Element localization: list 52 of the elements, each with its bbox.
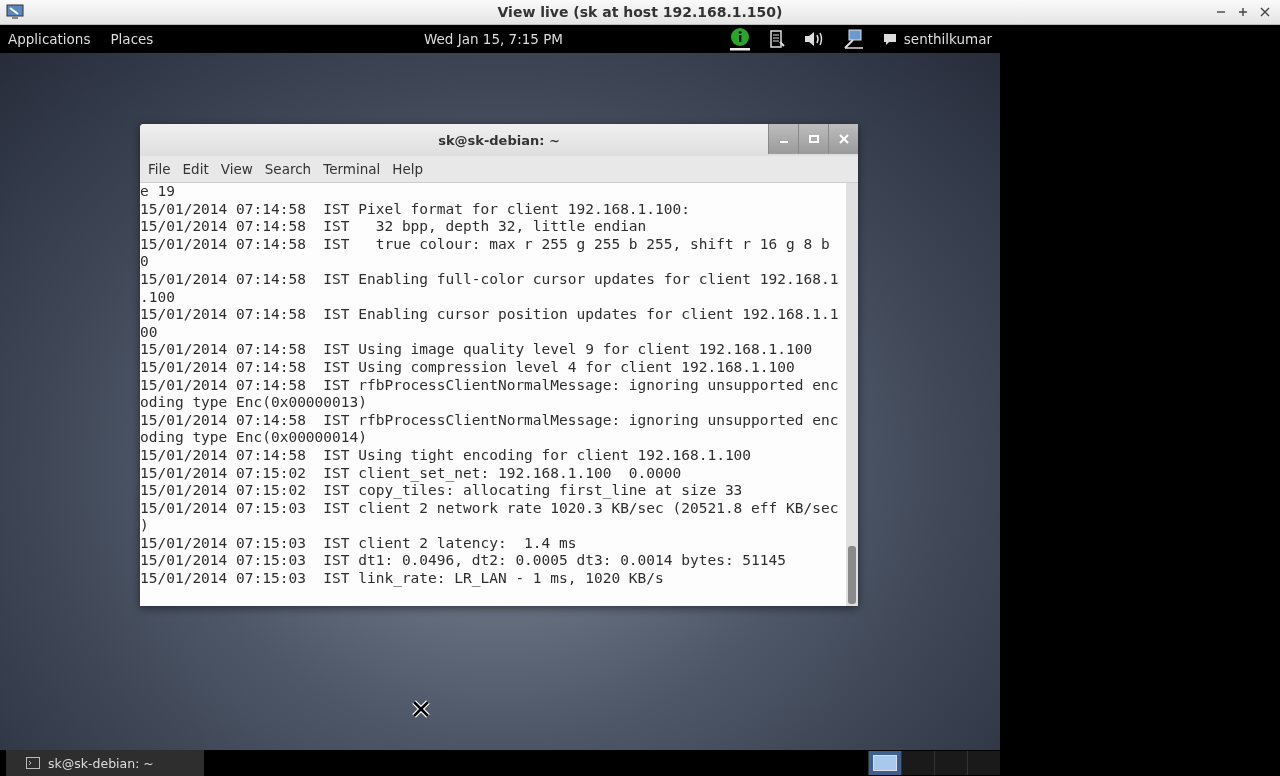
panel-menu[interactable]: Applications bbox=[8, 31, 91, 47]
clipboard-icon[interactable] bbox=[768, 28, 785, 50]
close-icon[interactable] bbox=[1260, 7, 1270, 17]
menu-item[interactable]: File bbox=[142, 161, 177, 177]
maximize-icon bbox=[808, 135, 819, 143]
terminal-line: 15/01/2014 07:14:58 IST Using compression level 4 for client 192.168.1.100 bbox=[140, 358, 796, 377]
terminal-line: 15/01/2014 07:15:03 IST link_rate: LR_LAN - 1 ms, 1020 KB/s bbox=[140, 570, 665, 588]
scrollbar[interactable] bbox=[846, 183, 858, 606]
x-cursor-icon bbox=[412, 700, 430, 718]
terminal-line: ) bbox=[140, 517, 150, 535]
terminal-line: e 19 bbox=[140, 183, 176, 201]
menu-item[interactable]: Edit bbox=[176, 161, 215, 177]
terminal-line: 15/01/2014 07:15:03 IST dt1: 0.0496, dt2: 0.0005 dt3: 0.0014 bytes: 51145 bbox=[140, 552, 787, 571]
volume-icon[interactable] bbox=[802, 30, 825, 48]
menu-item[interactable]: View bbox=[214, 161, 259, 177]
chat-icon[interactable] bbox=[882, 32, 897, 46]
menu-item[interactable]: Search bbox=[258, 161, 318, 177]
window-title: View live (sk at host 192.168.1.150) bbox=[497, 4, 783, 20]
terminal-line: 15/01/2014 07:14:58 IST rfbProcessClientNormalMessage: ignoring unsupported enc bbox=[140, 376, 840, 395]
terminal-line: oding type Enc(0x00000013) bbox=[140, 394, 368, 412]
menu-item[interactable]: Help bbox=[386, 161, 430, 177]
clock[interactable]: Wed Jan 15, 7:15 PM bbox=[424, 31, 563, 47]
terminal-line: 15/01/2014 07:14:58 IST Pixel format for client 192.168.1.100: bbox=[140, 200, 691, 219]
terminal-line: 15/01/2014 07:15:03 IST client 2 latency: 1.4 ms bbox=[140, 534, 578, 553]
terminal-title: sk@sk-debian: ~ bbox=[438, 132, 560, 148]
info-icon[interactable] bbox=[728, 27, 751, 51]
terminal-line: 15/01/2014 07:14:58 IST Enabling cursor position updates for client 192.168.1.1 bbox=[140, 306, 840, 324]
monitor-icon bbox=[6, 3, 24, 21]
terminal-line: 15/01/2014 07:15:02 IST copy_tiles: allocating first_line at size 33 bbox=[140, 482, 744, 500]
user-name[interactable]: senthilkumar bbox=[903, 31, 992, 47]
close-button[interactable] bbox=[828, 124, 858, 154]
close-icon bbox=[838, 134, 849, 144]
terminal-line: 15/01/2014 07:14:58 IST 32 bpp, depth 32, little endian bbox=[140, 218, 648, 236]
terminal-line: 15/01/2014 07:15:02 IST client_set_net: 192.168.1.100 0.0000 bbox=[140, 464, 683, 483]
terminal-line: 15/01/2014 07:14:58 IST Using tight encoding for client 192.168.1.100 bbox=[140, 446, 753, 465]
maximize-button[interactable] bbox=[798, 124, 828, 154]
menu-item[interactable]: Terminal bbox=[317, 161, 387, 177]
terminal-icon bbox=[26, 757, 40, 769]
terminal-line: 00 bbox=[140, 323, 159, 342]
workspace-button[interactable] bbox=[868, 751, 901, 775]
taskbar-window-button[interactable]: sk@sk-debian: ~ bbox=[6, 750, 204, 776]
terminal-line: 15/01/2014 07:15:03 IST client 2 network rate 1020.3 KB/sec (20521.8 eff KB/sec bbox=[140, 499, 840, 518]
terminal-line: 15/01/2014 07:14:58 IST true colour: max r 255 g 255 b 255, shift r 16 g 8 b bbox=[140, 235, 831, 254]
terminal-line: 0 bbox=[140, 253, 150, 271]
panel-menu[interactable]: Places bbox=[110, 31, 154, 47]
terminal-line: 15/01/2014 07:14:58 IST rfbProcessClientNormalMessage: ignoring unsupported enc bbox=[140, 411, 840, 430]
maximize-icon[interactable] bbox=[1238, 7, 1248, 17]
terminal-line: 15/01/2014 07:14:58 IST Enabling full-color cursor updates for client 192.168.1 bbox=[140, 270, 840, 289]
terminal-line: oding type Enc(0x00000014) bbox=[140, 429, 368, 447]
terminal-line: .100 bbox=[140, 288, 176, 307]
network-icon[interactable] bbox=[842, 28, 865, 50]
terminal-line: 15/01/2014 07:14:58 IST Using image quality level 9 for client 192.168.1.100 bbox=[140, 341, 814, 359]
